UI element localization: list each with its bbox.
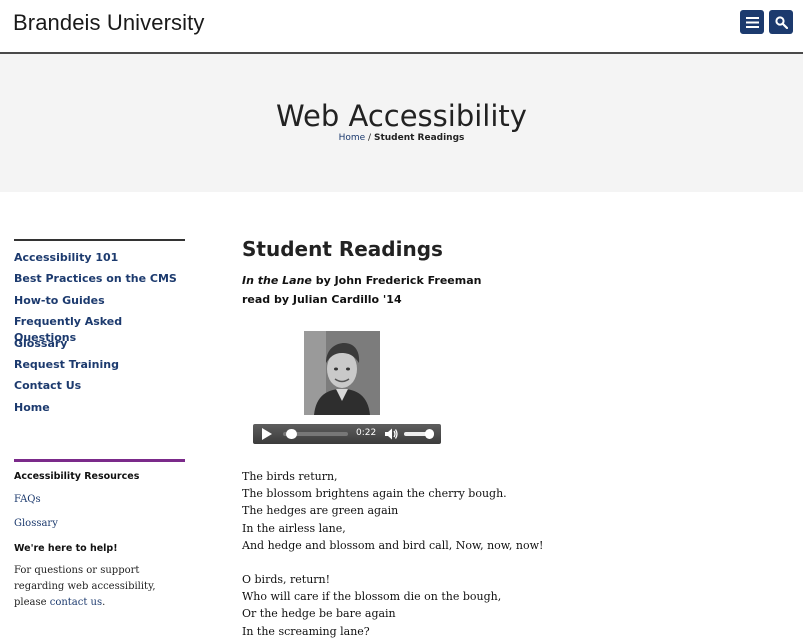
help-text-suffix: .	[102, 597, 106, 608]
resources-link-glossary[interactable]: Glossary	[14, 515, 185, 539]
poem-line: O birds, return!	[242, 572, 331, 586]
audio-player[interactable]: 0:22	[253, 424, 441, 444]
poem-line: Or the hedge be bare again	[242, 607, 396, 621]
poem-line: Who will care if the blossom die on the …	[242, 590, 502, 604]
poem-line: And hedge and blossom and bird call, Now…	[242, 538, 544, 552]
sidebar-item-faq[interactable]: Frequently Asked Questions	[14, 314, 185, 344]
content-heading: Student Readings	[242, 237, 443, 261]
help-text: For questions or support regarding web a…	[14, 563, 189, 611]
poem-line: In the screaming lane?	[242, 624, 370, 638]
sidebar-item-contact-us[interactable]: Contact Us	[14, 378, 185, 399]
breadcrumb-home-link[interactable]: Home	[339, 133, 366, 143]
sidebar-item-home[interactable]: Home	[14, 400, 185, 421]
help-title: We're here to help!	[14, 543, 118, 554]
sidebar-nav: Accessibility 101 Best Practices on the …	[14, 239, 185, 421]
resources-link-faqs[interactable]: FAQs	[14, 491, 185, 515]
sidebar-item-how-to-guides[interactable]: How-to Guides	[14, 293, 185, 314]
breadcrumb-current: Student Readings	[373, 133, 465, 143]
page-title: Web Accessibility	[276, 99, 527, 133]
poem-title: In the Lane	[242, 274, 312, 287]
reader-portrait	[304, 331, 380, 415]
poem-stanza: The birds return, The blossom brightens a…	[242, 468, 762, 554]
contact-us-link[interactable]: contact us	[50, 597, 102, 608]
resources-title: Accessibility Resources	[14, 471, 140, 482]
hamburger-menu-icon	[745, 16, 759, 28]
volume-icon[interactable]	[384, 427, 398, 441]
sidebar-item-glossary[interactable]: Glossary	[14, 336, 185, 357]
reader-portrait-image	[304, 331, 380, 415]
poem-line: The blossom brightens again the cherry b…	[242, 487, 507, 501]
poem-line: The hedges are green again	[242, 504, 399, 518]
sidebar-item-best-practices[interactable]: Best Practices on the CMS	[14, 271, 185, 292]
resources-panel: Accessibility Resources FAQs Glossary We…	[14, 459, 185, 611]
audio-progress-handle[interactable]	[285, 429, 297, 439]
poem-author: by John Frederick Freeman	[311, 274, 482, 287]
poem-stanza: O birds, return! Who will care if the blo…	[242, 571, 762, 640]
page-hero: Web Accessibility Home / Student Reading…	[0, 54, 803, 192]
poem-line: In the airless lane,	[242, 521, 346, 535]
site-header: Brandeis University	[0, 0, 803, 54]
poem-byline: In the Lane by John Frederick Freeman	[242, 271, 782, 290]
menu-button[interactable]	[740, 10, 764, 34]
sidebar-item-request-training[interactable]: Request Training	[14, 357, 185, 378]
sidebar-item-accessibility-101[interactable]: Accessibility 101	[14, 250, 185, 271]
poem-line: The birds return,	[242, 470, 338, 483]
breadcrumb-separator: /	[368, 133, 372, 143]
poem-reader: read by Julian Cardillo '14	[242, 293, 402, 306]
audio-time: 0:22	[356, 428, 377, 438]
main-content: Student Readings In the Lane by John Fre…	[242, 235, 782, 638]
search-icon	[774, 15, 788, 29]
audio-progress-bar[interactable]	[283, 429, 348, 439]
volume-handle[interactable]	[425, 429, 434, 439]
play-icon[interactable]	[262, 428, 272, 440]
site-brand[interactable]: Brandeis University	[13, 10, 204, 36]
volume-slider[interactable]	[404, 429, 434, 439]
poem-text: The birds return, The blossom brightens a…	[242, 468, 762, 643]
breadcrumb: Home / Student Readings	[0, 133, 803, 143]
search-button[interactable]	[769, 10, 793, 34]
